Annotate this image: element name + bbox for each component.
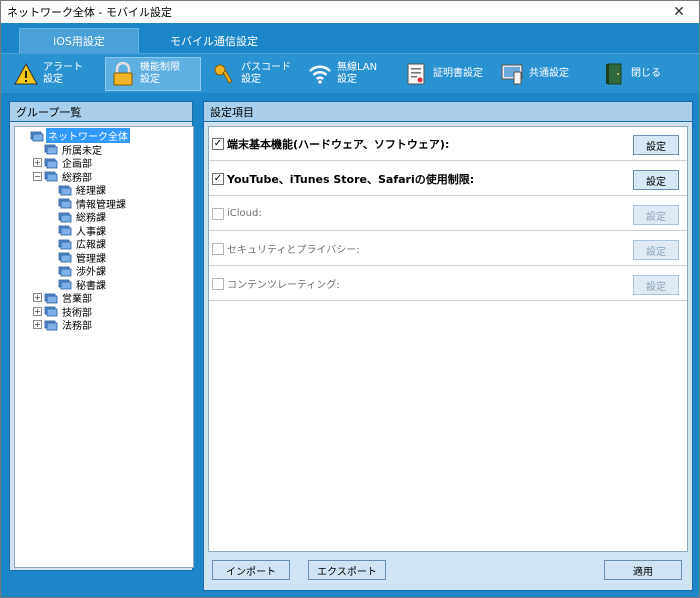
common-settings-button[interactable]: 共通設定 — [495, 57, 585, 91]
setting-checkbox[interactable] — [212, 207, 224, 220]
certificate-settings-button[interactable]: 証明書設定 — [399, 57, 491, 91]
key-icon — [211, 61, 237, 87]
lock-icon — [110, 61, 136, 87]
common-settings-icon — [499, 61, 525, 87]
expand-icon[interactable]: + — [33, 320, 42, 329]
group-icon — [44, 292, 58, 304]
tab-mobile-network-settings[interactable]: モバイル通信設定 — [149, 28, 279, 53]
certificate-settings-label: 証明書設定 — [433, 68, 483, 79]
passcode-settings-label: パスコード 設定 — [241, 62, 291, 85]
group-icon — [58, 224, 72, 236]
tab-bar: iOS用設定 モバイル通信設定 — [1, 23, 699, 53]
setting-row: コンテンツレーティング: 設定 — [209, 267, 687, 301]
wireless-lan-settings-button[interactable]: 無線LAN 設定 — [303, 57, 393, 91]
close-button[interactable]: 閉じる — [597, 57, 677, 91]
setting-configure-button[interactable]: 設定 — [633, 170, 679, 190]
tree-item[interactable]: − 総務部 — [33, 170, 94, 184]
group-icon — [44, 143, 58, 155]
passcode-settings-button[interactable]: パスコード 設定 — [207, 57, 299, 91]
group-icon — [58, 251, 72, 263]
tree-item[interactable]: 所属未定 — [33, 143, 104, 157]
apply-button[interactable]: 適用 — [604, 560, 682, 580]
tree-item[interactable]: 渉外課 — [47, 264, 108, 278]
setting-label: YouTube、iTunes Store、Safariの使用制限: — [227, 172, 475, 186]
group-icon — [58, 238, 72, 250]
app-chrome: iOS用設定 モバイル通信設定 アラート 設定 機能制限 設定 パスコード 設定… — [1, 23, 699, 597]
setting-label: iCloud: — [227, 208, 262, 219]
tree-item[interactable]: + 営業部 — [33, 291, 94, 305]
setting-row: ✓ YouTube、iTunes Store、Safariの使用制限: 設定 — [209, 162, 687, 196]
expand-icon[interactable]: + — [33, 306, 42, 316]
export-button[interactable]: エクスポート — [308, 560, 386, 580]
settings-list: ✓ 端末基本機能(ハードウェア、ソフトウェア): 設定 ✓ YouTube、iTunes… — [208, 126, 688, 552]
tree-item[interactable]: 広報課 — [47, 237, 108, 251]
common-settings-label: 共通設定 — [529, 68, 569, 79]
settings-items-panel: 設定項目 ✓ 端末基本機能(ハードウェア、ソフトウェア): 設定 ✓ YouTube、i… — [203, 101, 693, 591]
group-icon — [58, 197, 72, 209]
restriction-settings-button[interactable]: 機能制限 設定 — [105, 57, 201, 91]
wifi-icon — [307, 61, 333, 87]
tree-item[interactable]: 経理課 — [47, 183, 108, 197]
group-icon — [44, 170, 58, 182]
alert-settings-button[interactable]: アラート 設定 — [9, 57, 93, 91]
certificate-icon — [403, 61, 429, 87]
toolbar: アラート 設定 機能制限 設定 パスコード 設定 無線LAN 設定 証明書設定 … — [1, 53, 699, 93]
setting-row: ✓ 端末基本機能(ハードウェア、ソフトウェア): 設定 — [209, 127, 687, 161]
group-icon — [58, 278, 72, 290]
tab-ios-settings[interactable]: iOS用設定 — [19, 28, 139, 53]
setting-configure-button[interactable]: 設定 — [633, 135, 679, 155]
setting-label: コンテンツレーティング: — [227, 280, 340, 291]
tree-item[interactable]: 総務課 — [47, 210, 108, 224]
tree-item[interactable]: + 企画部 — [33, 156, 94, 170]
warning-icon — [13, 61, 39, 87]
setting-row: セキュリティとプライバシー: 設定 — [209, 232, 687, 266]
window-title: ネットワーク全体 - モバイル設定 — [7, 6, 172, 19]
group-tree[interactable]: ネットワーク全体 所属未定 + 企画部 − 総務部 経理課 情報管理課 総務課 人事課 広報課 管理課… — [14, 126, 194, 568]
group-icon — [44, 305, 58, 317]
setting-configure-button[interactable]: 設定 — [633, 205, 679, 225]
close-label: 閉じる — [631, 68, 661, 79]
group-icon — [30, 130, 44, 142]
setting-row: iCloud: 設定 — [209, 197, 687, 231]
tree-item[interactable]: 秘書課 — [47, 278, 108, 292]
settings-items-title: 設定項目 — [204, 102, 692, 122]
group-list-title: グループ一覧 — [10, 102, 192, 122]
setting-label: セキュリティとプライバシー: — [227, 245, 360, 256]
setting-label: 端末基本機能(ハードウェア、ソフトウェア): — [227, 137, 450, 151]
setting-checkbox[interactable] — [212, 242, 224, 255]
wireless-lan-settings-label: 無線LAN 設定 — [337, 62, 378, 85]
title-bar: ネットワーク全体 - モバイル設定 ✕ — [1, 1, 699, 23]
collapse-icon[interactable]: − — [33, 171, 42, 181]
group-icon — [58, 265, 72, 277]
close-window-button[interactable]: ✕ — [659, 1, 699, 23]
group-icon — [58, 184, 72, 196]
group-list-panel: グループ一覧 ネットワーク全体 所属未定 + 企画部 − 総務部 経理課 情報管理課 総務課 人事… — [9, 101, 194, 571]
tree-item-label: 法務部 — [62, 321, 92, 332]
setting-configure-button[interactable]: 設定 — [633, 275, 679, 295]
tree-item[interactable]: 情報管理課 — [47, 197, 128, 211]
setting-configure-button[interactable]: 設定 — [633, 240, 679, 260]
door-icon — [601, 61, 627, 87]
mobile-settings-window: ネットワーク全体 - モバイル設定 ✕ iOS用設定 モバイル通信設定 アラート… — [0, 0, 700, 598]
setting-checkbox[interactable]: ✓ — [212, 172, 224, 185]
setting-checkbox[interactable]: ✓ — [212, 137, 224, 150]
group-icon — [44, 319, 58, 331]
tree-item[interactable]: 管理課 — [47, 251, 108, 265]
tree-item[interactable]: ネットワーク全体 — [19, 128, 130, 143]
alert-settings-label: アラート 設定 — [43, 62, 83, 85]
tree-item[interactable]: 人事課 — [47, 224, 108, 238]
expand-icon[interactable]: + — [33, 158, 42, 167]
group-icon — [44, 157, 58, 169]
setting-checkbox[interactable] — [212, 277, 224, 290]
expand-icon[interactable]: + — [33, 293, 42, 302]
tree-item[interactable]: + 法務部 — [33, 318, 94, 332]
group-icon — [58, 211, 72, 223]
restriction-settings-label: 機能制限 設定 — [140, 62, 180, 85]
tree-item[interactable]: + 技術部 — [33, 305, 94, 319]
import-button[interactable]: インポート — [212, 560, 290, 580]
